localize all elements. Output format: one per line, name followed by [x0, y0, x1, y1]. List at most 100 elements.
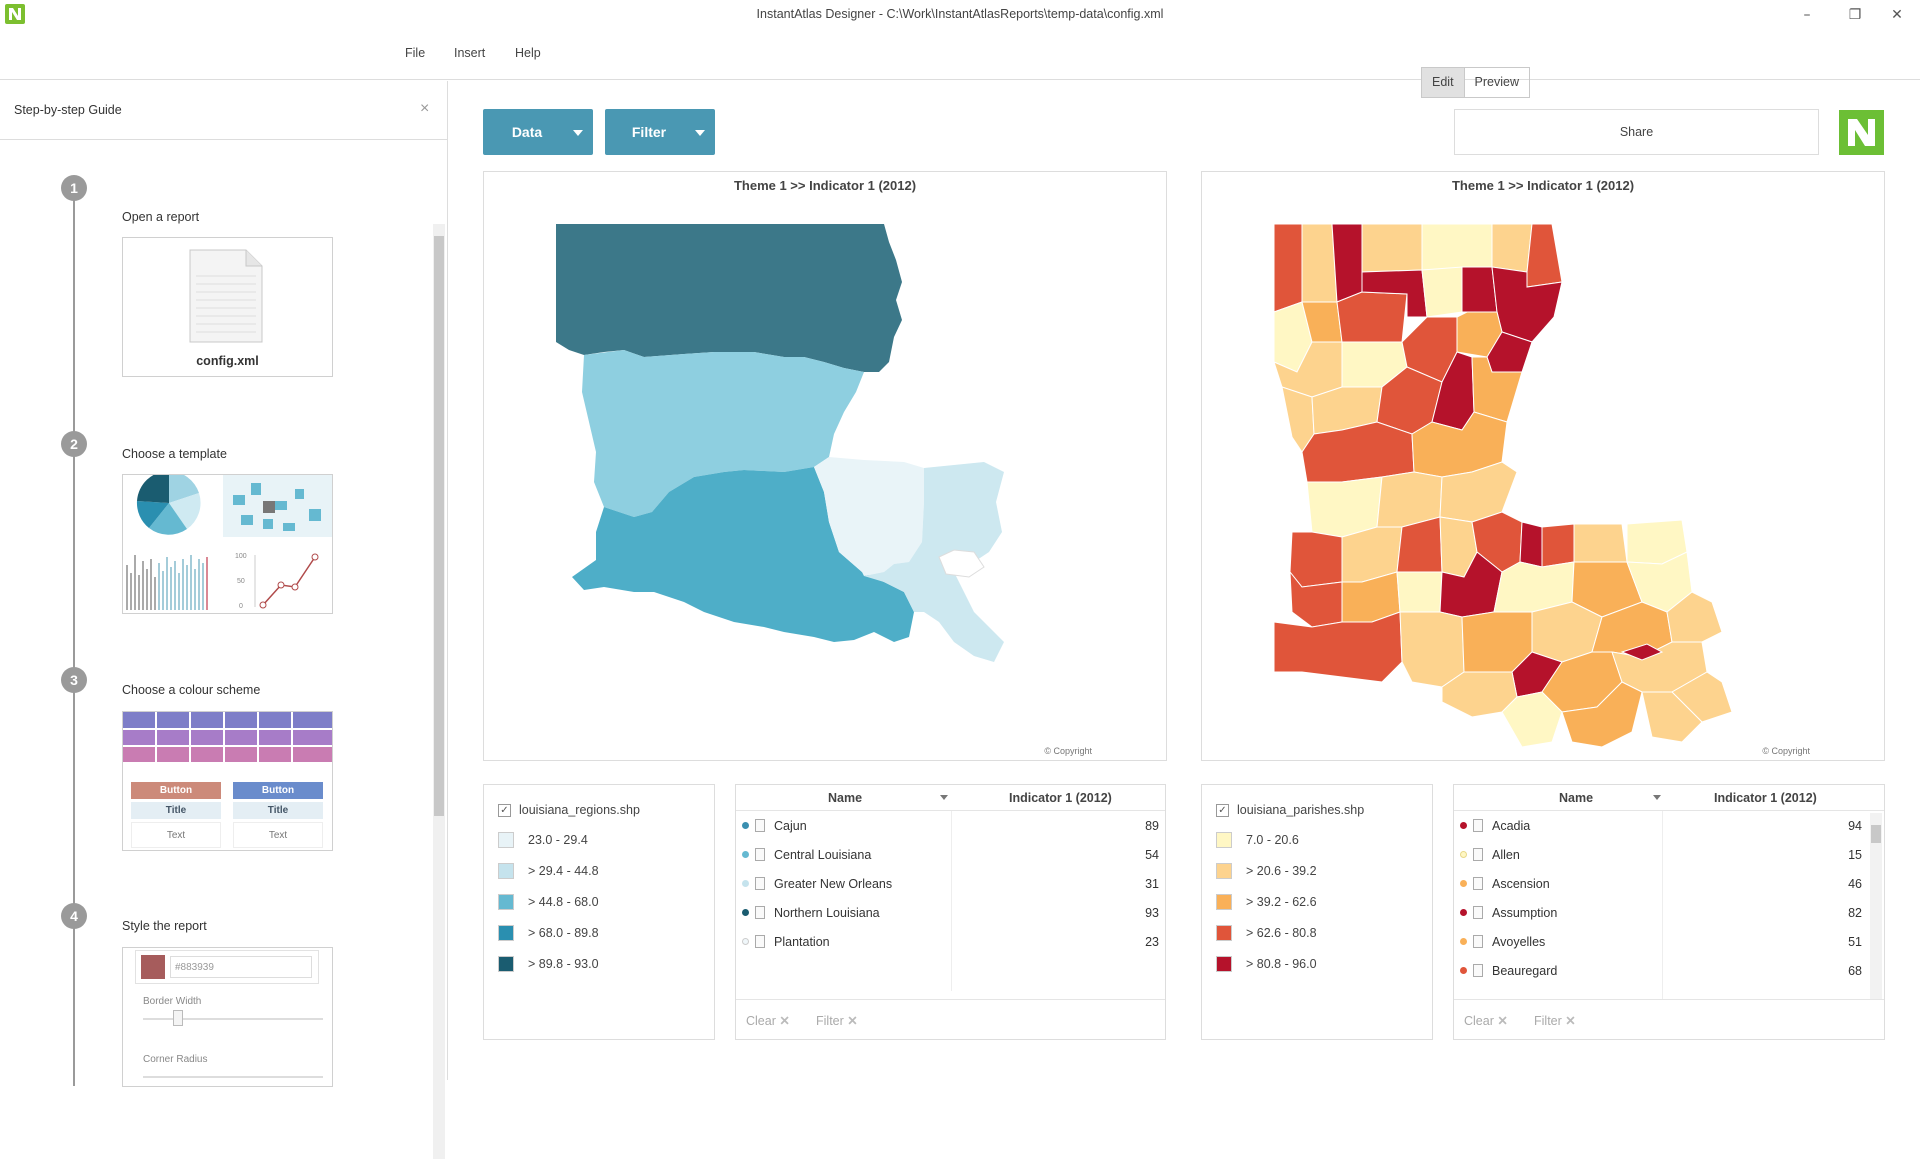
scheme-a-text: Text: [131, 822, 221, 848]
minimize-icon[interactable]: –: [1792, 4, 1822, 26]
regions-col-value[interactable]: Indicator 1 (2012): [1009, 791, 1112, 805]
filter-close-icon: ✕: [1565, 1014, 1576, 1028]
table-row[interactable]: Greater New Orleans 31: [736, 869, 1165, 898]
restore-icon[interactable]: ❐: [1840, 4, 1870, 26]
scheme-a-title: Title: [131, 802, 221, 819]
menu-insert[interactable]: Insert: [454, 46, 485, 60]
parishes-layer-checkbox[interactable]: ✓: [1216, 803, 1229, 817]
parishes-legend-class-4: > 62.6 - 80.8: [1216, 925, 1317, 941]
legend-label: > 89.8 - 93.0: [528, 957, 599, 971]
regions-layer-toggle[interactable]: ✓ louisiana_regions.shp: [498, 803, 640, 817]
template-thumbnails: [123, 470, 332, 613]
table-row[interactable]: Cajun 89: [736, 811, 1165, 840]
document-icon: [755, 877, 765, 890]
colour-hex-input[interactable]: #883939: [170, 956, 312, 978]
step-3-number: 3: [61, 667, 87, 693]
parishes-table-footer: Clear ✕ Filter ✕: [1454, 999, 1884, 1039]
sidebar-close-icon[interactable]: ×: [420, 100, 429, 118]
table-row[interactable]: Assumption 82: [1454, 898, 1868, 927]
table-row[interactable]: Acadia 94: [1454, 811, 1868, 840]
document-icon: [1473, 935, 1483, 948]
step-4-label: Style the report: [122, 919, 207, 933]
guide-timeline: [73, 186, 75, 1086]
corner-radius-slider-track[interactable]: [143, 1076, 323, 1078]
document-icon: [755, 848, 765, 861]
close-window-icon[interactable]: ✕: [1882, 4, 1912, 26]
scheme-b-text: Text: [233, 822, 323, 848]
border-width-slider-handle[interactable]: [173, 1010, 183, 1026]
row-name: Acadia: [1492, 819, 1531, 833]
row-color-dot: [1460, 967, 1467, 974]
share-button[interactable]: Share: [1454, 109, 1819, 155]
legend-label: > 80.8 - 96.0: [1246, 957, 1317, 971]
document-icon: [1473, 877, 1483, 890]
regions-table-header: Name Indicator 1 (2012): [736, 785, 1165, 811]
clear-button[interactable]: Clear ✕: [1464, 1013, 1508, 1028]
legend-label: > 62.6 - 80.8: [1246, 926, 1317, 940]
sidebar-scrollbar-thumb[interactable]: [434, 236, 444, 816]
document-icon: [1473, 906, 1483, 919]
table-row[interactable]: Ascension 46: [1454, 869, 1868, 898]
colour-swatch[interactable]: [141, 955, 165, 979]
legend-swatch: [1216, 832, 1232, 848]
regions-col-name[interactable]: Name: [828, 791, 862, 805]
filter-button[interactable]: Filter ✕: [816, 1013, 858, 1028]
table-scrollbar-thumb[interactable]: [1871, 825, 1881, 843]
open-report-card[interactable]: config.xml: [122, 237, 333, 377]
table-row[interactable]: Central Louisiana 54: [736, 840, 1165, 869]
regions-legend-panel: ✓ louisiana_regions.shp 23.0 - 29.4 > 29…: [483, 784, 715, 1040]
regions-map[interactable]: [484, 172, 1168, 762]
document-icon: [189, 249, 263, 343]
legend-swatch: [498, 925, 514, 941]
border-width-slider-track[interactable]: [143, 1018, 323, 1020]
regions-map-copyright: © Copyright: [1044, 746, 1092, 756]
thumb-axis-100: 100: [235, 553, 247, 560]
row-color-dot: [1460, 851, 1467, 858]
legend-label: 7.0 - 20.6: [1246, 833, 1299, 847]
parishes-col-value[interactable]: Indicator 1 (2012): [1714, 791, 1817, 805]
data-dropdown-button[interactable]: Data: [483, 109, 593, 155]
step-4-number: 4: [61, 903, 87, 929]
table-row[interactable]: Allen 15: [1454, 840, 1868, 869]
sidebar-scrollbar[interactable]: [433, 224, 445, 1159]
parishes-map[interactable]: [1202, 172, 1886, 762]
menu-help[interactable]: Help: [515, 46, 541, 60]
colour-picker-row[interactable]: #883939: [135, 950, 319, 984]
filter-chevron-down-icon: [695, 130, 705, 136]
parishes-layer-toggle[interactable]: ✓ louisiana_parishes.shp: [1216, 803, 1364, 817]
legend-swatch: [1216, 956, 1232, 972]
sort-chevron-down-icon[interactable]: [1653, 795, 1661, 800]
menu-file[interactable]: File: [405, 46, 425, 60]
row-value: 51: [1848, 935, 1862, 949]
table-row[interactable]: Plantation 23: [736, 927, 1165, 956]
template-chooser-card[interactable]: 100 50 0: [122, 470, 333, 614]
row-color-dot: [742, 938, 749, 945]
sort-chevron-down-icon[interactable]: [940, 795, 948, 800]
table-row[interactable]: Beauregard 68: [1454, 956, 1868, 985]
row-value: 54: [1145, 848, 1159, 862]
table-row[interactable]: Avoyelles 51: [1454, 927, 1868, 956]
row-name: Greater New Orleans: [774, 877, 893, 891]
parishes-col-name[interactable]: Name: [1559, 791, 1593, 805]
table-row[interactable]: Northern Louisiana 93: [736, 898, 1165, 927]
parishes-table-header: Name Indicator 1 (2012): [1454, 785, 1884, 811]
table-scrollbar[interactable]: [1870, 813, 1882, 999]
step-1-label: Open a report: [122, 210, 200, 224]
clear-label: Clear: [1464, 1014, 1494, 1028]
parishes-legend-class-1: 7.0 - 20.6: [1216, 832, 1299, 848]
thumb-axis-50: 50: [237, 578, 245, 585]
filter-close-icon: ✕: [847, 1014, 858, 1028]
scheme-b-button: Button: [233, 782, 323, 799]
colour-scheme-card[interactable]: Button Button Title Title Text Text: [122, 711, 333, 851]
corner-radius-label: Corner Radius: [143, 1054, 208, 1065]
regions-layer-checkbox[interactable]: ✓: [498, 803, 511, 817]
row-color-dot: [742, 822, 749, 829]
legend-label: > 44.8 - 68.0: [528, 895, 599, 909]
legend-swatch: [1216, 863, 1232, 879]
step-1-number: 1: [61, 175, 87, 201]
document-icon: [1473, 964, 1483, 977]
main-report-area: Data Filter Share Theme 1 >> Indicator 1…: [449, 81, 1920, 1080]
clear-button[interactable]: Clear ✕: [746, 1013, 790, 1028]
filter-dropdown-button[interactable]: Filter: [605, 109, 715, 155]
filter-button[interactable]: Filter ✕: [1534, 1013, 1576, 1028]
